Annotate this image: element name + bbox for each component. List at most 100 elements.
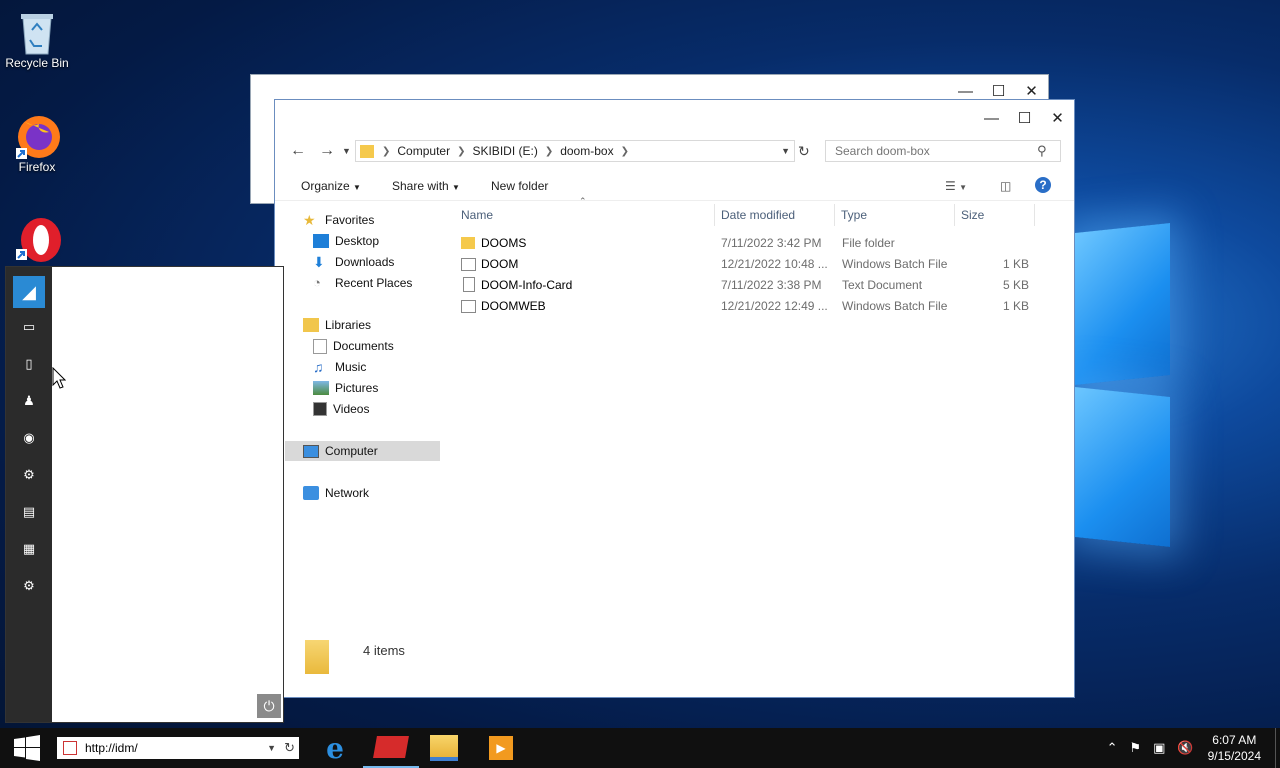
nav-music[interactable]: ♫ Music [313,357,366,377]
view-options-icon[interactable]: ☰ ▼ [945,179,967,193]
users-icon[interactable]: ♟ [6,389,52,413]
title-bar[interactable]: — ☐ ✕ [275,100,1074,136]
nav-videos[interactable]: Videos [313,399,369,419]
network-globe-icon[interactable]: ◉ [6,426,52,450]
column-header-size[interactable]: Size [955,204,1035,226]
nav-downloads[interactable]: ⬇ Downloads [313,252,394,272]
file-row-doomweb[interactable]: DOOMWEB 12/21/2022 12:49 ... Windows Bat… [455,295,1044,316]
file-type: Text Document [842,278,923,292]
display-icon[interactable]: ▦ [6,537,52,561]
clock-date: 9/15/2024 [1207,749,1261,763]
taskbar-address-input[interactable] [83,740,247,756]
address-dropdown-icon[interactable]: ▼ [781,146,790,156]
taskbar-address-toolbar[interactable]: ▼ ↻ [57,737,299,759]
power-icon[interactable]: ⏻ [257,694,281,718]
nav-recent-places[interactable]: ◔ Recent Places [313,273,412,293]
mouse-cursor-icon [52,366,67,392]
help-icon[interactable]: ? [1035,177,1051,193]
file-row-dooms[interactable]: DOOMS 7/11/2022 3:42 PM File folder [455,232,1044,253]
monitor-icon[interactable]: ▭ [6,315,52,339]
back-arrow-icon[interactable]: ← [290,142,306,160]
nav-documents[interactable]: Documents [313,336,394,356]
breadcrumb-drive[interactable]: SKIBIDI (E:) [472,144,537,158]
media-player-icon[interactable]: ▶ [473,728,529,768]
maximize-button[interactable]: ☐ [1008,102,1041,134]
show-hidden-icons-chevron-icon[interactable]: ⌃ [1107,740,1118,756]
nav-desktop[interactable]: Desktop [313,231,379,251]
new-folder-button[interactable]: New folder [491,179,548,193]
app-launcher-taskbar-icon[interactable] [363,728,419,768]
network-icon [303,486,319,500]
file-name: DOOMWEB [481,299,546,313]
tools-icon[interactable]: ⚙ [6,463,52,487]
nav-label: Recent Places [335,276,413,290]
file-date: 7/11/2022 3:42 PM [721,236,822,250]
refresh-icon[interactable]: ↻ [798,143,810,160]
chevron-down-icon[interactable]: ▼ [267,743,276,753]
launcher-panel[interactable]: ◢ ▭ ▯ ♟ ◉ ⚙ ▤ ▦ ⚙ ⏻ [5,266,284,723]
download-arrow-icon: ⬇ [313,254,325,270]
nav-favorites[interactable]: ★ Favorites [303,210,374,230]
file-date: 12/21/2022 10:48 ... [721,257,828,271]
clock[interactable]: 6:07 AM 9/15/2024 [1208,732,1261,764]
breadcrumb-computer[interactable]: Computer [397,144,450,158]
file-type: Windows Batch File [842,257,948,271]
nav-label: Libraries [325,318,372,332]
desktop-icon-recycle-bin[interactable]: Recycle Bin [0,8,74,70]
nav-label: Music [335,360,367,374]
explorer-window[interactable]: — ☐ ✕ ← → ▼ ❯ Computer ❯ SKIBIDI (E:) ❯ … [274,99,1075,698]
nav-label: Pictures [335,381,379,395]
file-name: DOOM [481,257,519,271]
desktop-icon-label: Firefox [18,160,56,174]
desktop-icon-opera[interactable] [0,216,74,264]
videos-icon [313,402,327,416]
action-center-flag-icon[interactable]: ⚑ [1129,740,1141,756]
nav-pictures[interactable]: Pictures [313,378,378,398]
file-row-doom[interactable]: DOOM 12/21/2022 10:48 ... Windows Batch … [455,253,1044,274]
column-header-type[interactable]: Type [835,204,955,226]
file-row-doom-info-card[interactable]: DOOM-Info-Card 7/11/2022 3:38 PM Text Do… [455,274,1044,295]
nav-libraries[interactable]: Libraries [303,315,371,335]
search-icon[interactable]: ⚲ [1037,143,1047,159]
column-header-name[interactable]: Name [455,204,715,226]
refresh-icon[interactable]: ↻ [284,740,295,756]
file-name: DOOMS [481,236,527,250]
share-with-button[interactable]: Share with ▼ [392,179,460,193]
file-explorer-icon[interactable] [416,728,472,768]
gear-icon[interactable]: ⚙ [6,574,52,598]
clock-time: 6:07 AM [1212,733,1257,747]
nav-network[interactable]: Network [303,483,369,503]
column-header-date[interactable]: Date modified [715,204,835,226]
forward-arrow-icon[interactable]: → [319,142,335,160]
search-box[interactable]: ⚲ [825,140,1061,162]
launcher-logo[interactable]: ◢ [6,275,52,309]
large-folder-icon [305,640,329,674]
chart-icon[interactable]: ▤ [6,500,52,524]
close-button[interactable]: ✕ [1041,102,1074,134]
desktop-icon [313,234,329,248]
internet-explorer-icon[interactable]: e [307,728,363,768]
file-date: 12/21/2022 12:49 ... [721,299,828,313]
app-logo-icon: ◢ [13,276,45,308]
search-input[interactable] [833,143,1037,159]
volume-muted-icon[interactable]: 🔇 [1177,740,1193,756]
status-bar: 4 items [305,637,405,677]
chevron-down-icon: ▼ [452,183,460,192]
desktop-icon-firefox[interactable]: Firefox [0,112,74,174]
network-icon[interactable]: ▣ [1153,740,1165,756]
address-bar[interactable]: ❯ Computer ❯ SKIBIDI (E:) ❯ doom-box ❯ ▼ [355,140,795,162]
show-desktop-button[interactable] [1275,728,1280,768]
organize-button[interactable]: Organize ▼ [301,179,361,193]
breadcrumb-doom-box[interactable]: doom-box [560,144,613,158]
nav-label: Network [325,486,370,500]
recycle-bin-icon [15,8,59,55]
star-icon: ★ [303,212,316,228]
start-button[interactable] [0,728,54,768]
recent-locations-chevron-icon[interactable]: ▼ [342,146,351,156]
preview-pane-icon[interactable]: ◫ [1000,179,1011,193]
music-note-icon: ♫ [313,359,324,375]
nav-computer[interactable]: Computer [285,441,440,461]
minimize-button[interactable]: — [975,102,1008,134]
desktop-icon-label: Recycle Bin [5,56,69,70]
folder-icon[interactable]: ▯ [6,352,52,376]
